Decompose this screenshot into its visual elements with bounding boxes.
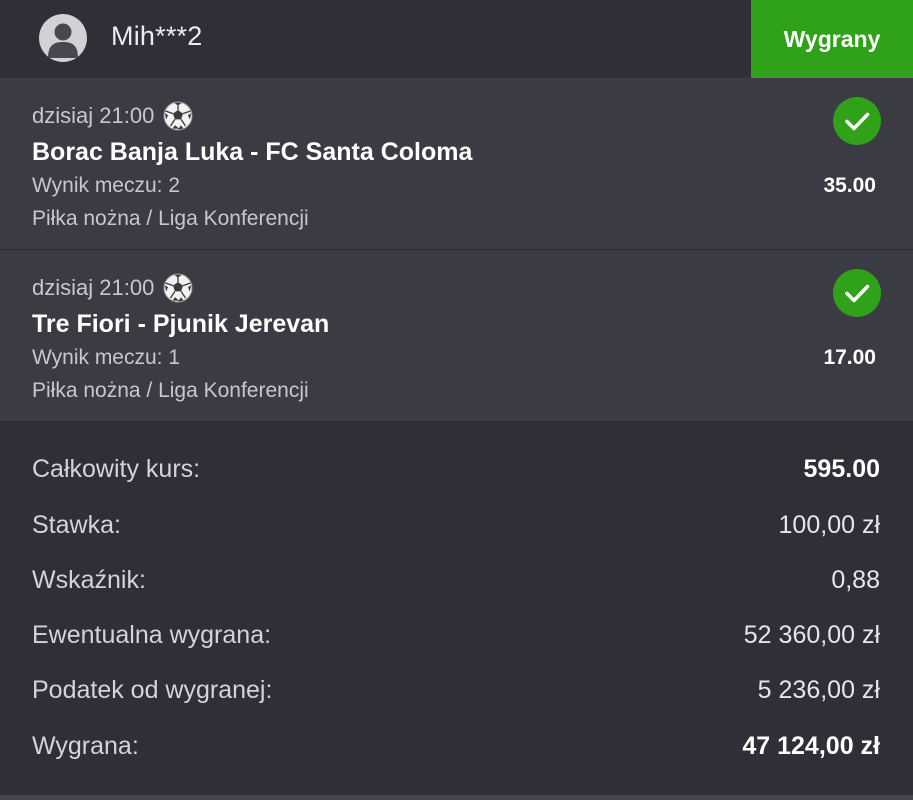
summary-row-stake: Stawka: 100,00 zł <box>0 505 913 545</box>
total-odds-label: Całkowity kurs: <box>32 455 201 483</box>
factor-label: Wskaźnik: <box>32 566 146 594</box>
check-icon <box>833 269 881 317</box>
win-value: 47 124,00 zł <box>742 732 880 760</box>
user-avatar-icon <box>39 14 87 62</box>
summary-row-factor: Wskaźnik: 0,88 <box>0 560 913 600</box>
bet-odds: 35.00 <box>823 174 876 197</box>
bet-item[interactable]: dzisiaj 21:00 Tre Fiori - Pjunik Jerevan… <box>0 250 913 421</box>
summary-row-total-odds: Całkowity kurs: 595.00 <box>0 449 913 489</box>
tax-label: Podatek od wygranej: <box>32 676 273 704</box>
bet-time-row: dzisiaj 21:00 <box>32 272 194 304</box>
soccer-ball-icon <box>162 100 194 132</box>
stake-value: 100,00 zł <box>778 511 880 539</box>
bet-pick: Wynik meczu: 1 <box>32 346 181 369</box>
total-odds-value: 595.00 <box>803 455 880 483</box>
tax-value: 5 236,00 zł <box>757 676 880 704</box>
bet-odds: 17.00 <box>823 346 876 369</box>
league-name: Piłka nożna / Liga Konferencji <box>32 207 309 230</box>
potential-win-value: 52 360,00 zł <box>743 621 880 649</box>
stake-label: Stawka: <box>32 511 121 539</box>
status-badge: Wygrany <box>751 0 913 78</box>
summary-row-potential-win: Ewentualna wygrana: 52 360,00 zł <box>0 615 913 655</box>
bet-item[interactable]: dzisiaj 21:00 Borac Banja Luka - FC Sant… <box>0 78 913 249</box>
win-label: Wygrana: <box>32 732 139 760</box>
league-name: Piłka nożna / Liga Konferencji <box>32 379 309 402</box>
potential-win-label: Ewentualna wygrana: <box>32 621 272 649</box>
soccer-ball-icon <box>162 272 194 304</box>
bet-header: Mih***2 Wygrany <box>0 0 913 78</box>
summary-row-tax: Podatek od wygranej: 5 236,00 zł <box>0 670 913 710</box>
bet-pick: Wynik meczu: 2 <box>32 174 181 197</box>
summary-row-win: Wygrana: 47 124,00 zł <box>0 726 913 766</box>
bet-time: dzisiaj 21:00 <box>32 103 155 128</box>
factor-value: 0,88 <box>831 566 880 594</box>
check-icon <box>833 97 881 145</box>
match-name: Tre Fiori - Pjunik Jerevan <box>32 310 330 338</box>
bet-summary: Całkowity kurs: 595.00 Stawka: 100,00 zł… <box>0 422 913 795</box>
bet-time-row: dzisiaj 21:00 <box>32 100 194 132</box>
username: Mih***2 <box>111 21 203 51</box>
bet-time: dzisiaj 21:00 <box>32 275 155 300</box>
bottom-divider <box>0 795 913 800</box>
match-name: Borac Banja Luka - FC Santa Coloma <box>32 138 473 166</box>
